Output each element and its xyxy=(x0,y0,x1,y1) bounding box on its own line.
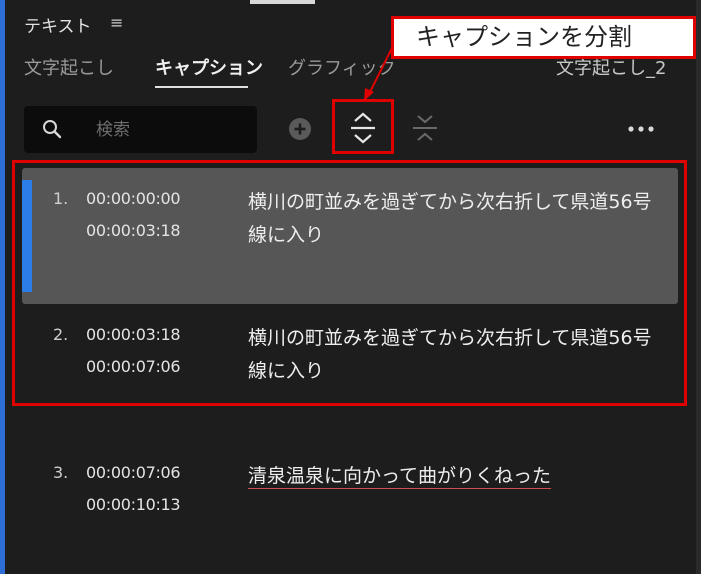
split-result-highlight xyxy=(12,160,687,406)
tab-graphics[interactable]: グラフィック xyxy=(288,54,396,80)
merge-caption-icon[interactable] xyxy=(410,110,440,146)
caption-text[interactable]: 清泉温泉に向かって曲がりくねった xyxy=(248,460,668,493)
caption-in-timecode[interactable]: 00:00:07:06 xyxy=(86,463,181,482)
add-caption-icon[interactable] xyxy=(288,117,312,141)
annotation-callout: キャプションを分割 xyxy=(391,16,696,59)
window-edge-left xyxy=(0,0,5,574)
tab-captions[interactable]: キャプション xyxy=(155,54,263,80)
window-edge-right xyxy=(696,0,701,574)
search-icon xyxy=(43,120,62,139)
caption-row-3[interactable]: 3. 00:00:07:06 00:00:10:13 清泉温泉に向かって曲がりく… xyxy=(22,442,678,542)
more-options-icon[interactable] xyxy=(626,119,656,139)
search-box[interactable] xyxy=(24,106,257,153)
caption-number: 3. xyxy=(53,463,69,482)
active-tab-indicator xyxy=(155,86,248,88)
window-top-handle xyxy=(250,0,315,4)
search-input[interactable] xyxy=(94,114,248,146)
hamburger-menu-icon[interactable]: ≡ xyxy=(110,13,123,32)
tab-transcript[interactable]: 文字起こし xyxy=(24,54,114,80)
caption-out-timecode[interactable]: 00:00:10:13 xyxy=(86,495,181,514)
panel-title: テキスト xyxy=(24,17,92,37)
split-caption-icon[interactable] xyxy=(346,110,380,146)
